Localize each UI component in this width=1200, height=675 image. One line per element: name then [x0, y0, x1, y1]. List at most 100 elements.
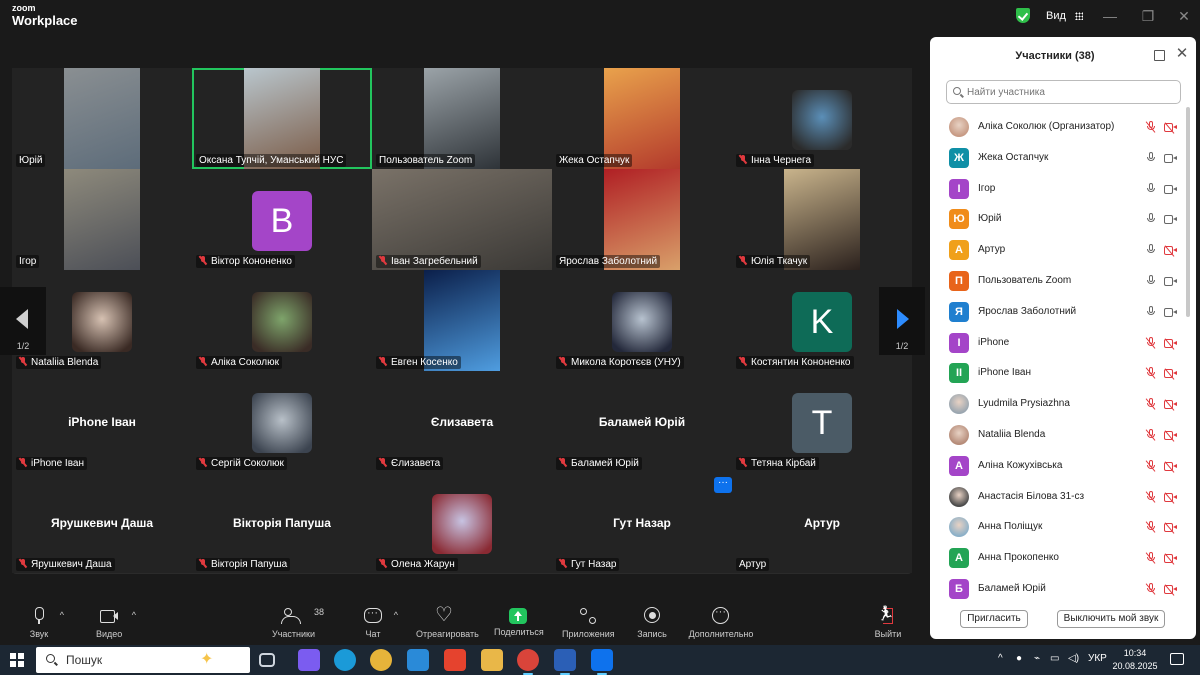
participant-row[interactable]: IiPhone [930, 329, 1188, 359]
participant-row[interactable]: А Аліна Кожухівська [930, 452, 1188, 482]
video-tile[interactable]: Юрій [12, 68, 192, 169]
camera-off-icon[interactable] [1164, 338, 1177, 348]
video-button[interactable]: ^ Видео [96, 606, 136, 644]
participant-row[interactable]: Анна Поліщук [930, 513, 1188, 543]
participant-row[interactable]: Lyudmila Prysiazhna [930, 390, 1188, 420]
more-options-icon[interactable]: ··· [714, 477, 732, 493]
task-view-icon[interactable] [259, 653, 275, 667]
close-panel-icon[interactable]: ✕ [1174, 46, 1190, 62]
video-tile[interactable]: Микола Коротєєв (УНУ) [552, 270, 732, 371]
microphone-icon[interactable] [1146, 182, 1156, 195]
video-tile[interactable]: Іван Загребельний [372, 169, 552, 270]
participant-row[interactable]: І Ігор [930, 175, 1188, 205]
video-options-caret-icon[interactable]: ^ [132, 610, 136, 620]
more-button[interactable]: Дополнительно [688, 606, 754, 644]
video-tile[interactable]: Юлія Ткачук [732, 169, 912, 270]
react-button[interactable]: Отреагировать [416, 602, 479, 644]
video-tile[interactable]: Ярослав Заболотний [552, 169, 732, 270]
leave-button[interactable]: Выйти [874, 606, 902, 644]
mic-muted-icon[interactable] [1146, 429, 1156, 441]
notifications-icon[interactable] [1170, 653, 1184, 665]
participant-row[interactable]: Ж Жека Остапчук [930, 144, 1188, 174]
camera-off-icon[interactable] [1164, 585, 1177, 594]
next-page-button[interactable]: 1/2 [879, 287, 925, 355]
video-tile[interactable]: Ігор [12, 169, 192, 270]
microphone-icon[interactable] [1146, 244, 1156, 256]
participant-list-scrollbar[interactable] [1186, 107, 1190, 317]
mic-muted-icon[interactable] [1146, 121, 1156, 133]
participant-row[interactable]: Аліка Соколюк (Организатор) [930, 113, 1188, 143]
chrome-profile-icon[interactable] [517, 649, 539, 675]
mic-muted-icon[interactable] [1146, 521, 1156, 533]
participant-row[interactable]: А Артур [930, 236, 1188, 266]
participant-row[interactable]: Б Баламей Юрій [930, 575, 1188, 605]
internet-explorer-icon[interactable] [407, 649, 429, 671]
popout-icon[interactable] [1154, 50, 1165, 61]
video-tile[interactable]: T Тетяна Кірбай [732, 371, 912, 472]
camera-off-icon[interactable] [1164, 431, 1177, 440]
edge-icon[interactable] [334, 649, 356, 671]
share-button[interactable]: Поделиться [494, 606, 544, 644]
copilot-sparkle-icon[interactable]: ✦ [200, 649, 213, 669]
camera-off-icon[interactable] [1164, 369, 1177, 379]
audio-button[interactable]: ^ Звук [28, 606, 64, 644]
invite-button[interactable]: Пригласить [960, 610, 1028, 628]
chrome-icon[interactable] [370, 649, 392, 671]
camera-off-icon[interactable] [1164, 246, 1177, 256]
video-tile[interactable]: Ярушкевич Даша Ярушкевич Даша [12, 472, 192, 573]
tray-chevron-icon[interactable]: ^ [998, 653, 1003, 664]
close-window-icon[interactable]: ✕ [1174, 6, 1194, 26]
audio-options-caret-icon[interactable]: ^ [60, 610, 64, 620]
chat-button[interactable]: ^ Чат [362, 606, 398, 644]
camera-off-icon[interactable] [1164, 461, 1177, 471]
tray-network-icon[interactable]: ⌁ [1034, 653, 1040, 664]
taskbar-clock[interactable]: 10:34 20.08.2025 [1112, 647, 1158, 673]
camera-icon[interactable] [1164, 307, 1177, 317]
taskbar-search-box[interactable]: Пошук [36, 647, 250, 673]
camera-off-icon[interactable] [1164, 523, 1177, 533]
participant-row[interactable]: А Анна Прокопенко [930, 544, 1188, 574]
mic-muted-icon[interactable] [1146, 398, 1156, 410]
video-tile[interactable]: Оксана Тупчій, Уманський НУС [192, 68, 372, 169]
mic-muted-icon[interactable] [1146, 367, 1156, 379]
video-tile[interactable]: Сергій Соколюк [192, 371, 372, 472]
camera-icon[interactable] [1164, 215, 1177, 225]
mic-muted-icon[interactable] [1146, 336, 1156, 349]
word-icon[interactable] [554, 649, 576, 675]
camera-off-icon[interactable] [1164, 400, 1177, 410]
mute-me-button[interactable]: Выключить мой звук [1057, 610, 1165, 628]
participant-row[interactable]: Я Ярослав Заболотний [930, 298, 1188, 328]
restore-icon[interactable]: ❐ [1138, 6, 1158, 26]
participant-row[interactable]: Ю Юрій [930, 205, 1188, 235]
video-tile[interactable]: Аліка Соколюк [192, 270, 372, 371]
minimize-icon[interactable]: — [1100, 6, 1120, 26]
video-tile[interactable]: Баламей Юрій Баламей Юрій [552, 371, 732, 472]
participants-button[interactable]: 38 Участники [272, 606, 324, 644]
video-tile[interactable]: Єлизавета Єлизавета [372, 371, 552, 472]
participant-row[interactable]: П Пользователь Zoom [930, 267, 1188, 297]
camera-icon[interactable] [1164, 277, 1177, 286]
camera-off-icon[interactable] [1164, 123, 1177, 132]
view-button[interactable]: Вид [1040, 6, 1089, 26]
microphone-icon[interactable] [1146, 275, 1156, 287]
video-tile[interactable]: Інна Чернега [732, 68, 912, 169]
video-tile[interactable]: Вікторія Папуша Вікторія Папуша [192, 472, 372, 573]
participant-row[interactable]: Nataliia Blenda [930, 421, 1188, 451]
camera-off-icon[interactable] [1164, 492, 1177, 502]
mic-muted-icon[interactable] [1146, 490, 1156, 503]
mic-muted-icon[interactable] [1146, 459, 1156, 472]
microphone-icon[interactable] [1146, 213, 1156, 225]
video-tile[interactable]: iPhone Іван iPhone Іван [12, 371, 192, 472]
mic-muted-icon[interactable] [1146, 552, 1156, 564]
tray-language[interactable]: УКР [1088, 653, 1107, 664]
camera-icon[interactable] [1164, 153, 1177, 163]
apps-button[interactable]: Приложения [562, 606, 615, 644]
file-explorer-icon[interactable] [481, 649, 503, 671]
office-icon[interactable] [444, 649, 466, 671]
zoom-icon[interactable] [591, 649, 613, 675]
microphone-icon[interactable] [1146, 151, 1156, 164]
tray-battery-icon[interactable]: ▭ [1050, 653, 1059, 664]
record-button[interactable]: Запись [636, 606, 668, 644]
video-tile[interactable]: Гут Назар Гут Назар [552, 472, 732, 573]
tray-mic-icon[interactable]: ● [1016, 653, 1022, 664]
